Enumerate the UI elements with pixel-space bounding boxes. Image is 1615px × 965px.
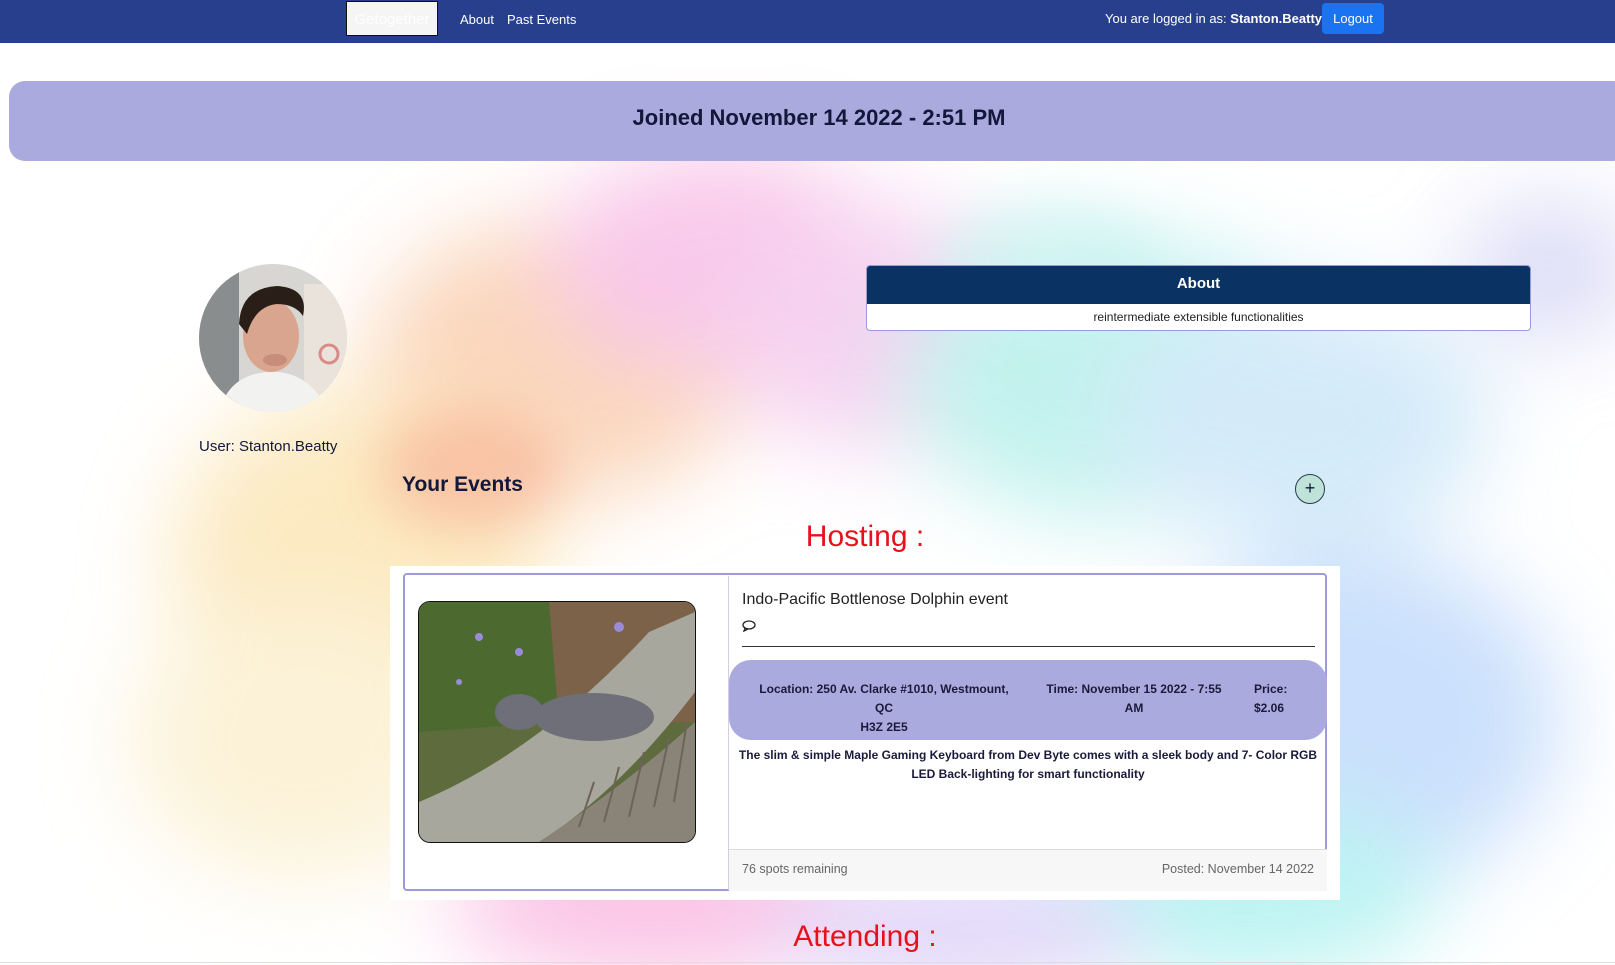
event-info-bar: Location: 250 Av. Clarke #1010, Westmoun… xyxy=(729,660,1327,740)
hosting-label: Hosting : xyxy=(805,520,925,553)
page-divider xyxy=(0,962,1615,963)
add-event-button[interactable]: + xyxy=(1295,474,1325,504)
logged-in-prefix: You are logged in as: xyxy=(1105,11,1227,26)
event-time: Time: November 15 2022 - 7:55 AM xyxy=(1046,682,1222,715)
event-description: The slim & simple Maple Gaming Keyboard … xyxy=(738,748,1318,781)
spots-remaining: 76 spots remaining xyxy=(742,862,848,876)
event-card[interactable]: Indo-Pacific Bottlenose Dolphin event Lo… xyxy=(403,573,1327,891)
posted-date: Posted: November 14 2022 xyxy=(1161,862,1314,876)
logged-in-status: You are logged in as: Stanton.Beatty | xyxy=(1105,11,1329,26)
brand-logo-link[interactable]: Getogether xyxy=(346,1,438,36)
nav-link-about[interactable]: About xyxy=(460,12,494,27)
event-footer: 76 spots remaining Posted: November 14 2… xyxy=(729,849,1327,891)
event-price: Price: $2.06 xyxy=(1254,682,1288,715)
event-divider xyxy=(742,646,1315,647)
profile-username: User: Stanton.Beatty xyxy=(199,438,338,455)
event-details: Indo-Pacific Bottlenose Dolphin event Lo… xyxy=(728,576,1327,891)
logged-in-username: Stanton.Beatty xyxy=(1230,11,1323,26)
hosting-event-container: Indo-Pacific Bottlenose Dolphin event Lo… xyxy=(390,566,1340,900)
comment-icon[interactable] xyxy=(742,619,756,637)
event-image xyxy=(418,601,696,843)
joined-date-banner: Joined November 14 2022 - 2:51 PM xyxy=(9,81,1615,161)
top-navbar: Getogether About Past Events You are log… xyxy=(0,0,1615,43)
your-events-heading: Your Events xyxy=(402,473,523,496)
about-card: About reintermediate extensible function… xyxy=(866,265,1531,331)
plus-icon: + xyxy=(1304,478,1316,498)
event-title[interactable]: Indo-Pacific Bottlenose Dolphin event xyxy=(742,591,1008,609)
avatar xyxy=(199,264,347,412)
about-card-title: About xyxy=(867,266,1530,304)
logout-button[interactable]: Logout xyxy=(1322,3,1384,34)
nav-link-past-events[interactable]: Past Events xyxy=(507,12,576,27)
about-card-text: reintermediate extensible functionalitie… xyxy=(1093,310,1304,324)
event-location: Location: 250 Av. Clarke #1010, Westmoun… xyxy=(759,682,1009,734)
attending-label: Attending : xyxy=(793,920,937,953)
